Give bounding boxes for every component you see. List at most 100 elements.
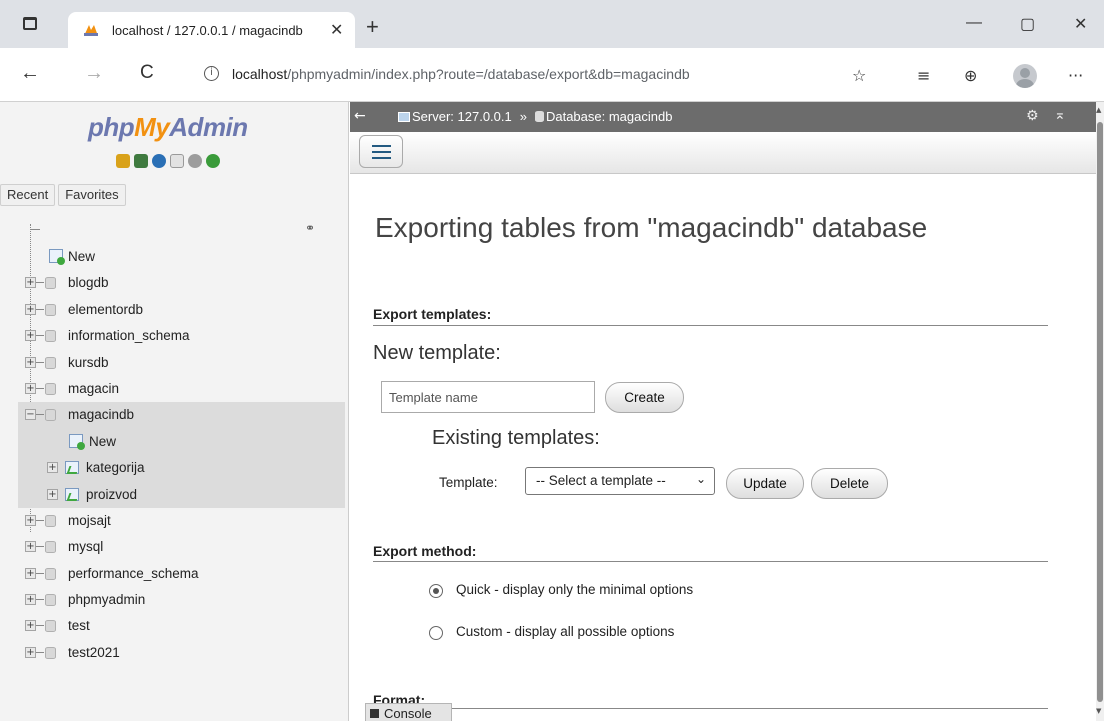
favorites-button[interactable]: Favorites bbox=[58, 184, 126, 206]
tree-item-label[interactable]: kursdb bbox=[68, 355, 109, 370]
tree-item-proizvod[interactable]: + proizvod bbox=[18, 481, 345, 508]
expand-icon[interactable]: + bbox=[25, 382, 36, 394]
tree-item-label[interactable]: blogdb bbox=[68, 275, 109, 290]
url-text[interactable]: localhost/phpmyadmin/index.php?route=/da… bbox=[232, 66, 690, 82]
back-button[interactable]: ← bbox=[20, 62, 40, 85]
tab-close-icon[interactable]: ✕ bbox=[330, 20, 343, 40]
tree-item-performance-schema[interactable]: + performance_schema bbox=[0, 561, 345, 587]
custom-export-label[interactable]: Custom - display all possible options bbox=[456, 624, 674, 639]
export-method-heading: Export method: bbox=[373, 543, 477, 559]
tree-item-label[interactable]: magacindb bbox=[68, 407, 134, 422]
tree-item-kategorija[interactable]: + kategorija bbox=[18, 455, 345, 482]
collections-icon[interactable]: ⊕ bbox=[964, 66, 977, 85]
help-icon[interactable] bbox=[152, 154, 166, 168]
home-icon[interactable] bbox=[116, 154, 130, 168]
more-menu-icon[interactable]: ··· bbox=[1068, 66, 1083, 85]
database-icon bbox=[45, 567, 56, 580]
template-name-input[interactable] bbox=[381, 381, 595, 413]
new-tab-button[interactable]: + bbox=[366, 14, 379, 40]
quick-export-radio[interactable] bbox=[429, 584, 443, 598]
minimize-button[interactable]: — bbox=[966, 14, 982, 32]
tree-item-test2021[interactable]: + test2021 bbox=[0, 640, 345, 666]
tree-item-kursdb[interactable]: + kursdb bbox=[0, 350, 345, 376]
scroll-to-top-icon[interactable]: ⌅ bbox=[1054, 107, 1066, 123]
tree-item-label[interactable]: New bbox=[68, 249, 95, 264]
server-icon bbox=[398, 112, 410, 122]
tree-item-blogdb[interactable]: + blogdb bbox=[0, 270, 345, 296]
collapse-navigation-icon[interactable]: ← bbox=[354, 108, 366, 124]
scrollbar-thumb[interactable] bbox=[1097, 122, 1103, 702]
profile-avatar[interactable] bbox=[1013, 64, 1037, 88]
tree-item-label[interactable]: New bbox=[89, 434, 116, 449]
forward-button[interactable]: → bbox=[84, 62, 104, 85]
expand-icon[interactable]: + bbox=[25, 567, 36, 579]
quick-export-label[interactable]: Quick - display only the minimal options bbox=[456, 582, 693, 597]
logout-icon[interactable] bbox=[134, 154, 148, 168]
tree-item-label[interactable]: test bbox=[68, 618, 90, 633]
main-scrollbar[interactable]: ▲ ▼ bbox=[1096, 102, 1104, 721]
maximize-button[interactable]: ▢ bbox=[1020, 14, 1035, 34]
tree-item-new[interactable]: New bbox=[0, 244, 345, 270]
url-bar[interactable]: i localhost/phpmyadmin/index.php?route=/… bbox=[190, 56, 890, 92]
database-icon bbox=[45, 409, 56, 422]
close-window-button[interactable]: ✕ bbox=[1074, 14, 1087, 34]
tree-item-label[interactable]: test2021 bbox=[68, 645, 120, 660]
expand-icon[interactable]: + bbox=[47, 488, 58, 500]
tree-item-test[interactable]: + test bbox=[0, 613, 345, 639]
tree-item-magacin[interactable]: + magacin bbox=[0, 376, 345, 402]
link-with-main-icon[interactable]: ⚭ bbox=[305, 221, 315, 235]
favorites-icon[interactable]: ≡ bbox=[917, 66, 930, 85]
tree-item-label[interactable]: performance_schema bbox=[68, 566, 199, 581]
settings-icon[interactable] bbox=[188, 154, 202, 168]
tree-item-label[interactable]: information_schema bbox=[68, 328, 190, 343]
docs-icon[interactable] bbox=[170, 154, 184, 168]
tree-item-label[interactable]: mysql bbox=[68, 539, 103, 554]
expand-icon[interactable]: + bbox=[25, 620, 36, 632]
add-favorite-icon[interactable]: ☆ bbox=[852, 66, 866, 85]
breadcrumb-database[interactable]: Database: magacindb bbox=[546, 109, 672, 124]
breadcrumb-bar: ← Server: 127.0.0.1» Database: magacindb … bbox=[350, 102, 1096, 132]
expand-icon[interactable]: + bbox=[25, 330, 36, 342]
tree-item-elementordb[interactable]: + elementordb bbox=[0, 297, 345, 323]
expand-icon[interactable]: + bbox=[25, 594, 36, 606]
tree-item-label[interactable]: phpmyadmin bbox=[68, 592, 145, 607]
tree-item-label[interactable]: elementordb bbox=[68, 302, 143, 317]
custom-export-radio[interactable] bbox=[429, 626, 443, 640]
tree-item-information-schema[interactable]: + information_schema bbox=[0, 323, 345, 349]
expand-icon[interactable]: + bbox=[47, 462, 58, 474]
expand-icon[interactable]: + bbox=[25, 277, 36, 289]
delete-button[interactable]: Delete bbox=[811, 468, 888, 499]
window-menu-icon[interactable] bbox=[23, 17, 37, 30]
expand-icon[interactable]: + bbox=[25, 646, 36, 658]
tree-item-mysql[interactable]: + mysql bbox=[0, 534, 345, 560]
template-select[interactable]: -- Select a template -- ⌄ bbox=[525, 467, 715, 495]
database-icon bbox=[45, 541, 56, 554]
collapse-icon[interactable]: − bbox=[25, 409, 36, 421]
update-button[interactable]: Update bbox=[726, 468, 804, 499]
browser-tab-active[interactable]: localhost / 127.0.0.1 / magacindb ✕ bbox=[68, 12, 355, 48]
tree-item-label[interactable]: proizvod bbox=[86, 487, 137, 502]
expand-icon[interactable]: + bbox=[25, 356, 36, 368]
create-button[interactable]: Create bbox=[605, 382, 684, 413]
site-info-icon[interactable]: i bbox=[204, 66, 219, 81]
page-settings-icon[interactable]: ⚙ bbox=[1026, 108, 1039, 124]
breadcrumb-server[interactable]: Server: 127.0.0.1 bbox=[412, 109, 512, 124]
tree-item-label[interactable]: magacin bbox=[68, 381, 119, 396]
phpmyadmin-logo[interactable]: phpMyAdmin bbox=[88, 112, 248, 143]
tree-item-phpmyadmin[interactable]: + phpmyadmin bbox=[0, 587, 345, 613]
expand-icon[interactable]: + bbox=[25, 514, 36, 526]
scroll-down-arrow-icon[interactable]: ▼ bbox=[1096, 707, 1101, 715]
tree-item-label[interactable]: mojsajt bbox=[68, 513, 111, 528]
menu-toggle-button[interactable] bbox=[359, 135, 403, 168]
expand-icon[interactable]: + bbox=[25, 303, 36, 315]
tree-item-mojsajt[interactable]: + mojsajt bbox=[0, 508, 345, 534]
recent-button[interactable]: Recent bbox=[0, 184, 56, 206]
expand-icon[interactable]: + bbox=[25, 541, 36, 553]
reload-button[interactable]: C bbox=[140, 62, 154, 84]
tree-item-magacindb-new[interactable]: New bbox=[18, 428, 345, 456]
console-tab[interactable]: Console bbox=[365, 703, 452, 721]
scroll-up-arrow-icon[interactable]: ▲ bbox=[1096, 106, 1101, 114]
reload-icon[interactable] bbox=[206, 154, 220, 168]
tree-item-magacindb[interactable]: − magacindb bbox=[18, 402, 345, 429]
tree-item-label[interactable]: kategorija bbox=[86, 460, 145, 475]
